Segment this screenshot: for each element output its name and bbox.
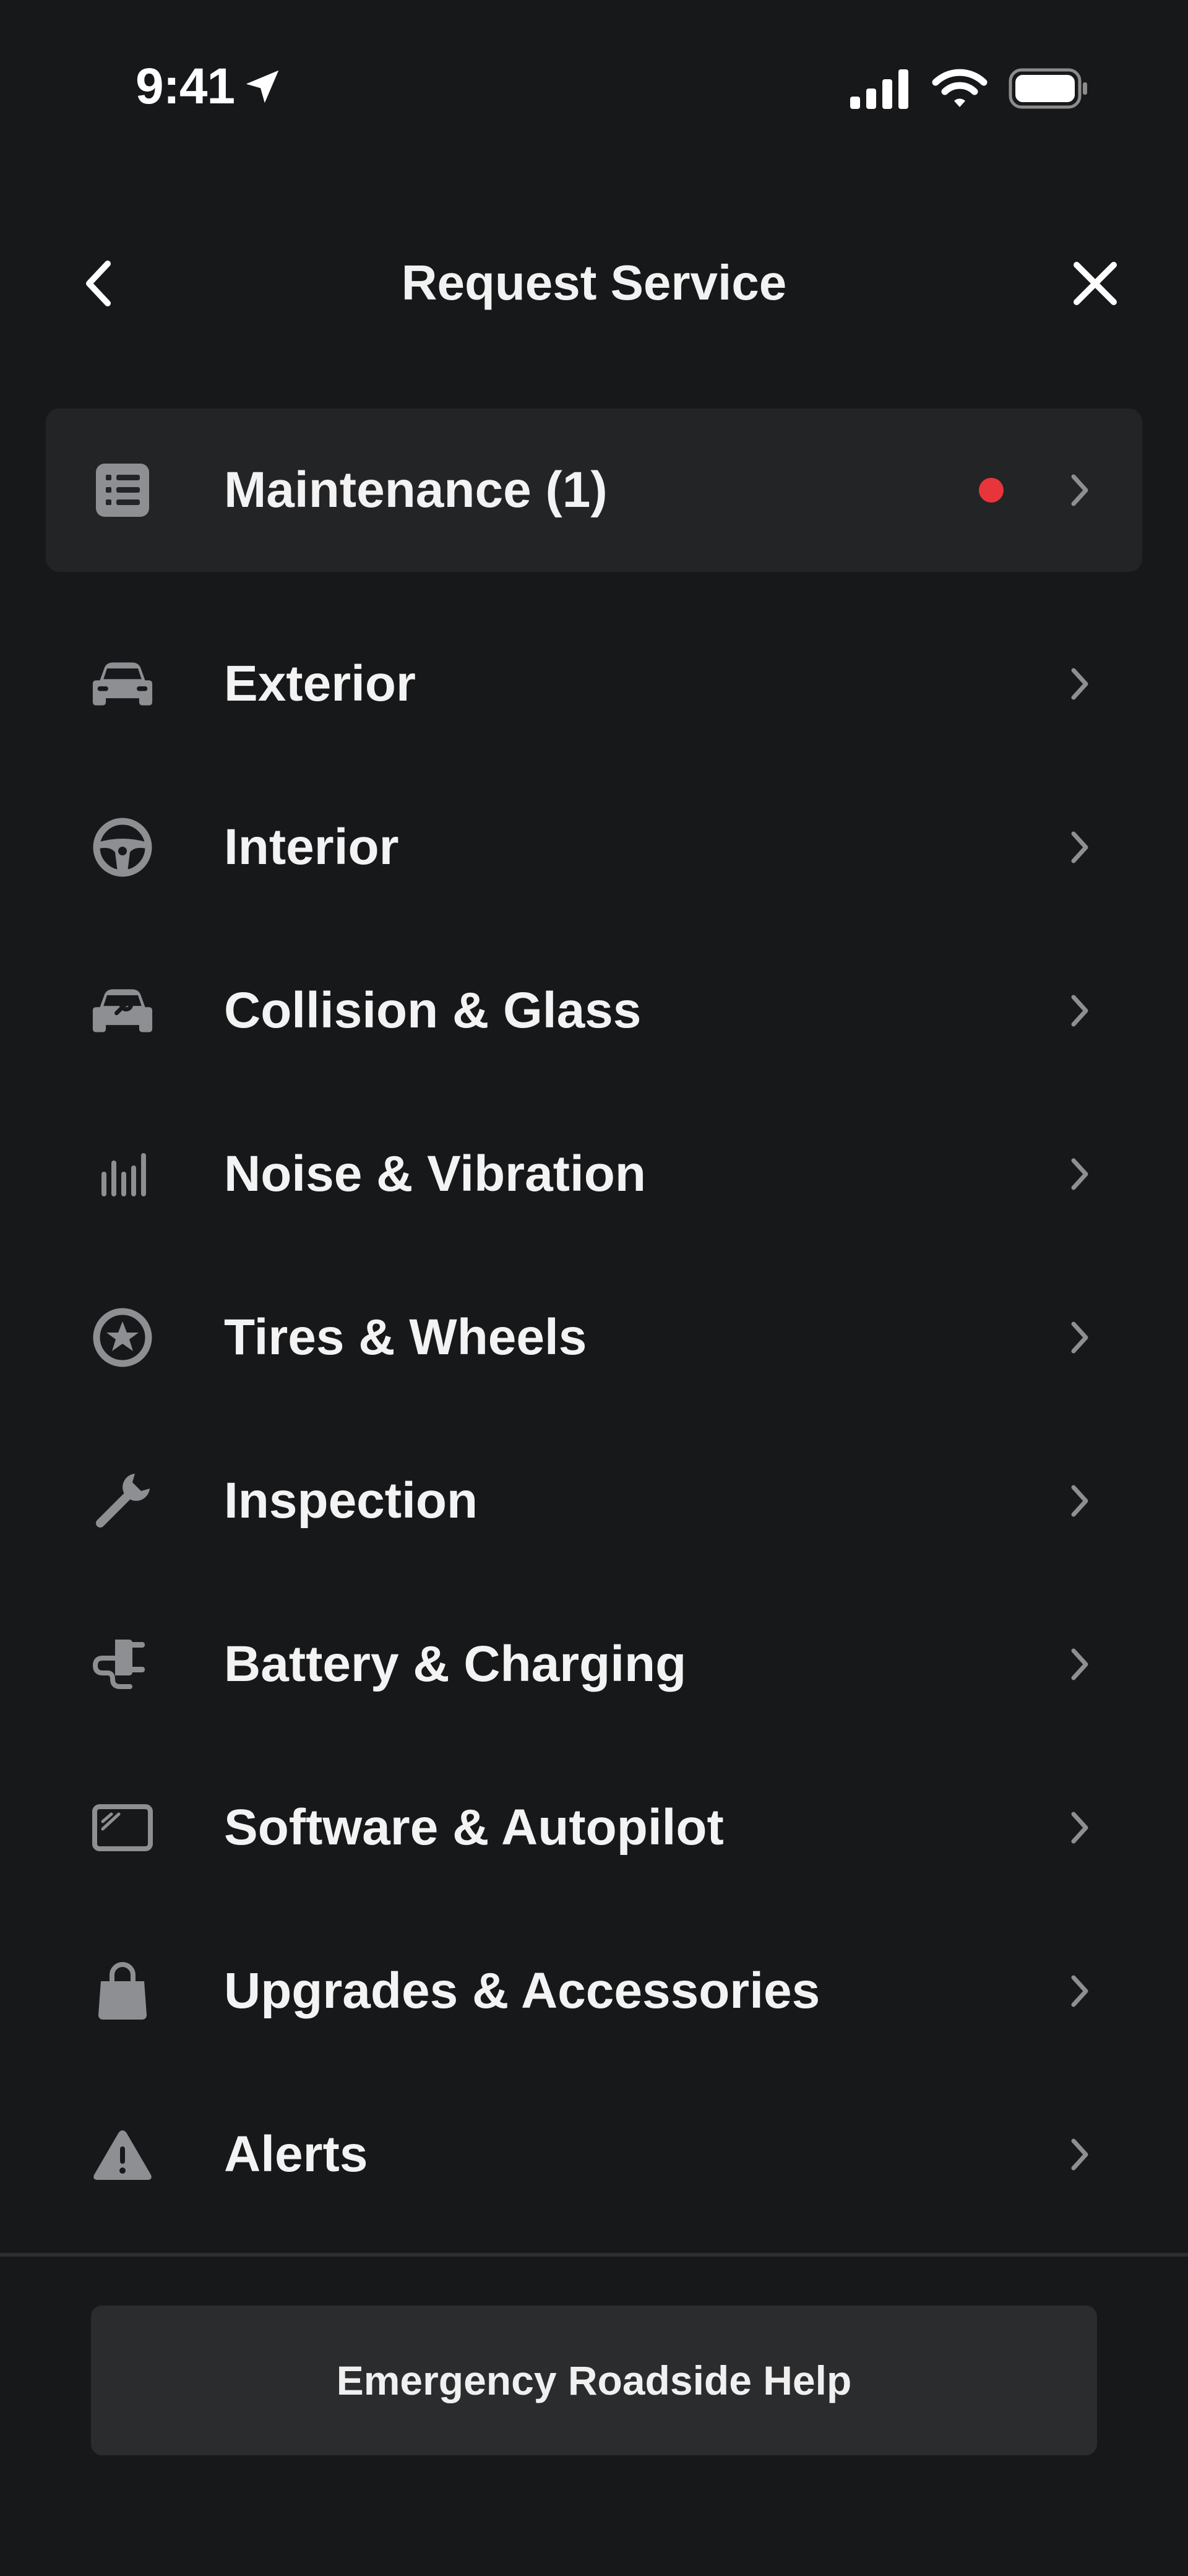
audio-bars-icon	[92, 1143, 153, 1205]
service-item-label: Collision & Glass	[224, 982, 642, 1039]
service-item-collision-glass[interactable]: Collision & Glass	[46, 929, 1142, 1092]
status-icons	[849, 65, 1089, 112]
status-time-group: 9:41	[136, 57, 284, 116]
chevron-right-icon	[1058, 1316, 1101, 1359]
chevron-right-icon	[1058, 1479, 1101, 1523]
navigation-bar: Request Service	[0, 230, 1188, 329]
footer-divider	[0, 2253, 1188, 2257]
close-icon	[1074, 262, 1117, 305]
notification-dot	[979, 478, 1004, 503]
emergency-roadside-help-button[interactable]: Emergency Roadside Help	[91, 2306, 1097, 2455]
service-item-exterior[interactable]: Exterior	[46, 602, 1142, 766]
service-item-label: Exterior	[224, 655, 416, 712]
steering-wheel-icon	[92, 816, 153, 878]
service-item-label: Inspection	[224, 1472, 478, 1529]
chevron-right-icon	[1058, 1969, 1101, 2013]
car-front-icon	[92, 653, 153, 715]
checklist-icon	[92, 459, 153, 521]
page-title: Request Service	[401, 255, 787, 310]
service-item-label: Battery & Charging	[224, 1636, 687, 1692]
location-arrow-icon	[246, 70, 279, 103]
service-item-label: Maintenance (1)	[224, 462, 608, 518]
chevron-right-icon	[1058, 1152, 1101, 1196]
car-wrench-icon	[92, 980, 153, 1042]
display-icon	[92, 1797, 153, 1859]
service-item-noise-vibration[interactable]: Noise & Vibration	[46, 1092, 1142, 1256]
battery-icon	[1009, 68, 1087, 109]
status-bar: 9:41	[0, 0, 1188, 179]
service-item-label: Alerts	[224, 2126, 368, 2182]
plug-icon	[92, 1633, 153, 1695]
service-item-software-autopilot[interactable]: Software & Autopilot	[46, 1746, 1142, 1909]
service-item-maintenance[interactable]: Maintenance (1)	[46, 408, 1142, 572]
chevron-right-icon	[1058, 1643, 1101, 1686]
status-time: 9:41	[136, 58, 235, 115]
cellular-signal-icon	[850, 69, 908, 109]
chevron-right-icon	[1058, 469, 1101, 512]
service-item-label: Noise & Vibration	[224, 1146, 646, 1202]
wrench-icon	[92, 1470, 153, 1532]
chevron-right-icon	[1058, 2133, 1101, 2176]
service-item-label: Upgrades & Accessories	[224, 1963, 820, 2019]
service-item-battery-charging[interactable]: Battery & Charging	[46, 1583, 1142, 1746]
service-item-label: Software & Autopilot	[224, 1799, 724, 1856]
chevron-right-icon	[1058, 826, 1101, 869]
service-item-inspection[interactable]: Inspection	[46, 1419, 1142, 1583]
service-item-label: Tires & Wheels	[224, 1309, 587, 1365]
close-button[interactable]	[1064, 253, 1126, 314]
chevron-right-icon	[1058, 989, 1101, 1032]
warning-icon	[92, 2124, 153, 2185]
wifi-icon	[932, 69, 988, 107]
service-item-alerts[interactable]: Alerts	[46, 2073, 1142, 2236]
chevron-right-icon	[1058, 1806, 1101, 1849]
service-item-tires-wheels[interactable]: Tires & Wheels	[46, 1256, 1142, 1419]
service-item-interior[interactable]: Interior	[46, 766, 1142, 929]
chevron-right-icon	[1058, 662, 1101, 706]
wheel-icon	[92, 1307, 153, 1368]
service-item-label: Interior	[224, 819, 399, 875]
shopping-bag-icon	[92, 1960, 153, 2022]
service-item-upgrades-accessories[interactable]: Upgrades & Accessories	[46, 1909, 1142, 2073]
